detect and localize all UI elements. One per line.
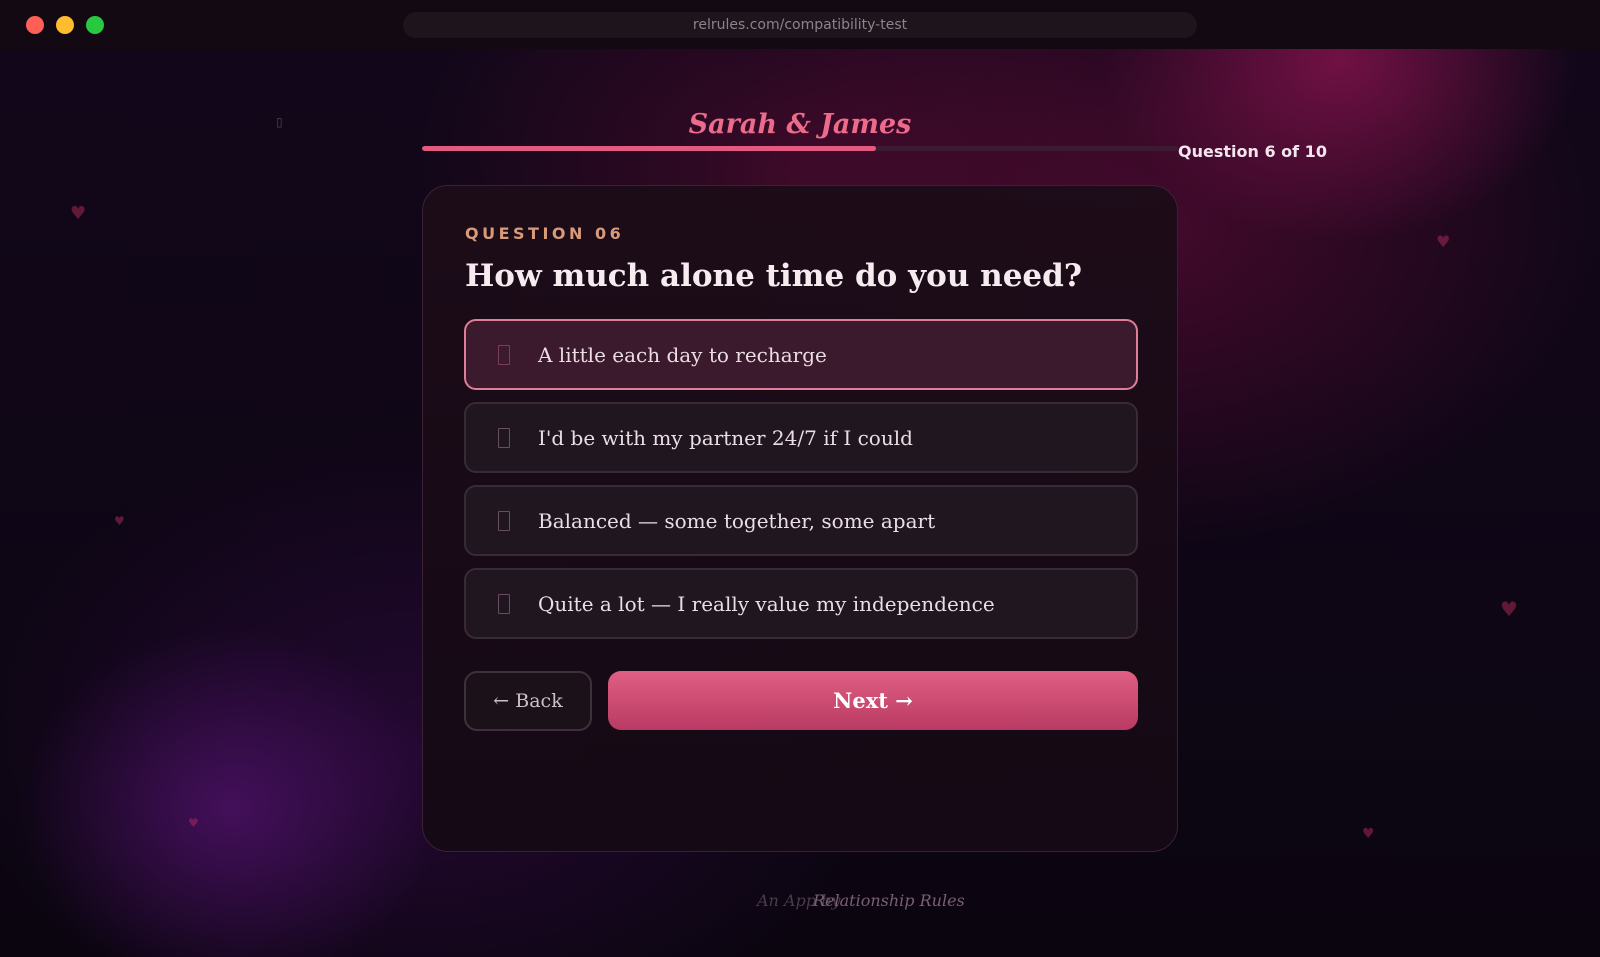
question-number: QUESTION 06 [465,224,625,243]
heart-icon: ♥ [1436,232,1451,251]
couple-names: Sarah & James [688,109,912,140]
page-background: ♥ ♥ ♥ ♥ ♥ ♥ ▯ Sarah & James Question 6 o… [0,49,1600,957]
address-bar[interactable]: relrules.com/compatibility-test [403,12,1197,38]
answer-option-3[interactable]: Balanced — some together, some apart [464,485,1138,556]
progress-bar [422,146,1178,151]
option-label: A little each day to recharge [538,342,827,367]
heart-icon: ♥ [114,514,125,528]
heart-icon: ♥ [188,816,199,830]
footer-brand: Relationship Rules [813,891,965,910]
question-card: QUESTION 06 How much alone time do you n… [422,185,1178,852]
window-maximize-button[interactable] [86,16,104,34]
heart-icon: ♥ [1500,597,1518,621]
next-button[interactable]: Next → [608,671,1138,730]
window-titlebar: relrules.com/compatibility-test [0,0,1600,49]
option-icon [498,344,510,365]
answer-option-4[interactable]: Quite a lot — I really value my independ… [464,568,1138,639]
progress-text: Question 6 of 10 [1178,142,1327,161]
progress-bar-fill [422,146,876,151]
heart-icon: ♥ [70,203,87,224]
option-label: I'd be with my partner 24/7 if I could [538,425,913,450]
answer-option-1[interactable]: A little each day to recharge [464,319,1138,390]
option-label: Quite a lot — I really value my independ… [538,591,995,616]
option-icon [498,427,510,448]
window-close-button[interactable] [26,16,44,34]
window-minimize-button[interactable] [56,16,74,34]
answer-option-2[interactable]: I'd be with my partner 24/7 if I could [464,402,1138,473]
option-icon [498,593,510,614]
option-icon [498,510,510,531]
answer-options: A little each day to recharge I'd be wit… [464,319,1138,651]
heart-icon: ♥ [1362,826,1375,842]
option-label: Balanced — some together, some apart [538,508,936,533]
back-button[interactable]: ← Back [464,671,592,731]
question-title: How much alone time do you need? [465,258,1082,294]
